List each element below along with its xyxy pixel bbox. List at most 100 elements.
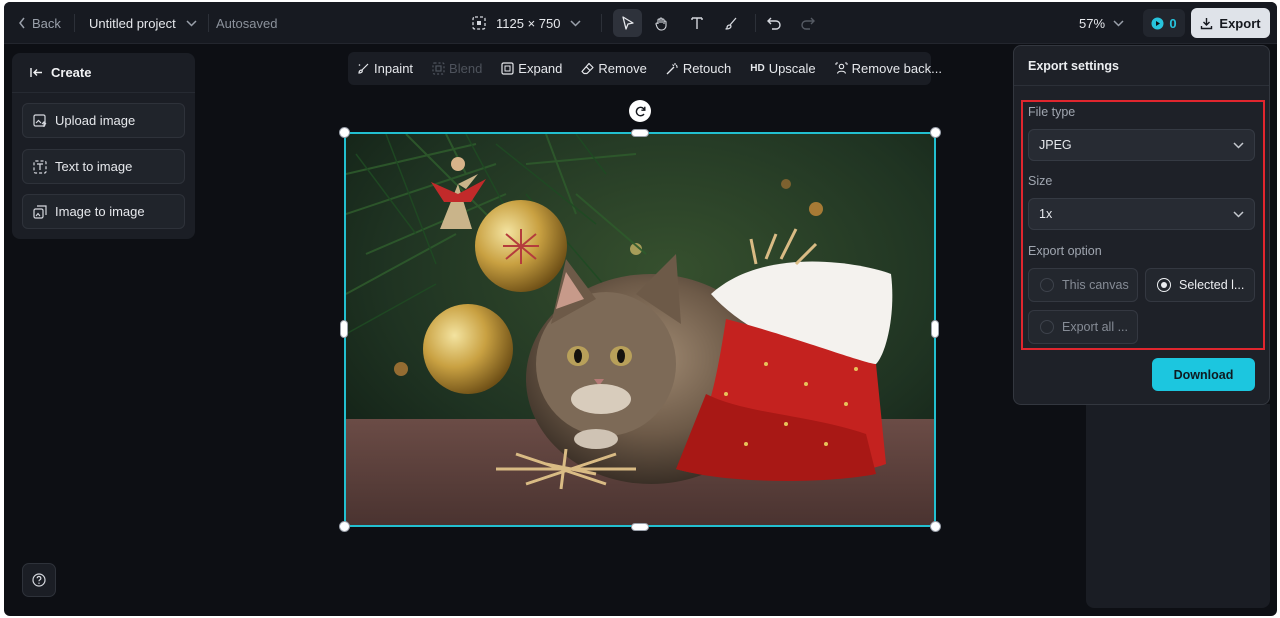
resize-handle-bottom-right[interactable]: [930, 521, 941, 532]
remove-label: Remove: [598, 61, 647, 76]
credits-count: 0: [1169, 15, 1177, 31]
image-edit-toolbar: Inpaint Blend Expand Remove Retouch HD U…: [348, 52, 942, 85]
resize-handle-top[interactable]: [631, 129, 649, 137]
back-label: Back: [32, 15, 61, 31]
remove-background-icon: [835, 62, 848, 75]
remove-background-label: Remove back...: [851, 61, 942, 76]
resize-handle-bottom-left[interactable]: [339, 521, 350, 532]
image-to-image-button[interactable]: Image to image: [22, 194, 185, 229]
rotate-handle[interactable]: [629, 100, 651, 122]
credits-button[interactable]: 0: [1143, 9, 1185, 37]
expand-button[interactable]: Expand: [501, 61, 562, 76]
brush-tool[interactable]: [716, 9, 745, 37]
file-type-value: JPEG: [1039, 138, 1072, 152]
undo-icon: [766, 16, 781, 30]
autosave-status: Autosaved: [216, 15, 278, 31]
size-value: 1x: [1039, 207, 1053, 221]
export-option-this-canvas[interactable]: This canvas: [1028, 268, 1138, 302]
file-type-label: File type: [1028, 105, 1076, 119]
option-label: This canvas: [1062, 278, 1129, 292]
upload-image-icon: [33, 113, 47, 128]
export-settings-title: Export settings: [1014, 46, 1269, 86]
text-tool[interactable]: [682, 9, 711, 37]
help-button[interactable]: [22, 563, 56, 597]
magic-wand-icon: [666, 62, 679, 75]
cursor-arrow-icon: [621, 16, 635, 30]
size-select[interactable]: 1x: [1028, 198, 1255, 230]
project-title-dropdown[interactable]: Untitled project: [89, 2, 197, 44]
chevron-down-icon: [186, 19, 197, 27]
resize-handle-top-left[interactable]: [339, 127, 350, 138]
radio-unselected: [1040, 320, 1054, 334]
editor-app: Back Untitled project Autosaved 1125 × 7…: [4, 2, 1277, 616]
pan-tool[interactable]: [647, 9, 676, 37]
create-panel: Create Upload image Text to image Image …: [12, 53, 195, 239]
zoom-dropdown[interactable]: 57%: [1079, 2, 1124, 44]
divider: [755, 14, 756, 32]
undo-button[interactable]: [759, 9, 788, 37]
canvas-size-dropdown[interactable]: 1125 × 750: [472, 2, 581, 44]
eraser-icon: [581, 62, 594, 75]
option-label: Selected l...: [1179, 278, 1245, 292]
chevron-down-icon: [1233, 210, 1244, 218]
chevron-left-icon: [18, 17, 26, 29]
remove-button[interactable]: Remove: [581, 61, 647, 76]
option-label: Export all ...: [1062, 320, 1128, 334]
inpaint-icon: [357, 62, 370, 75]
export-option-selected-layers[interactable]: Selected l...: [1145, 268, 1255, 302]
expand-label: Expand: [518, 61, 563, 76]
project-title: Untitled project: [89, 15, 176, 31]
blend-icon: [432, 62, 445, 75]
chevron-down-icon: [1113, 19, 1124, 27]
hd-icon: HD: [750, 63, 765, 74]
divider: [74, 14, 75, 32]
upload-image-button[interactable]: Upload image: [22, 103, 185, 138]
remove-background-button[interactable]: Remove back...: [835, 61, 942, 76]
export-button[interactable]: Export: [1191, 8, 1270, 38]
canvas-image[interactable]: [346, 134, 934, 525]
divider: [208, 14, 209, 32]
resize-handle-left[interactable]: [340, 320, 348, 338]
text-to-image-icon: [33, 159, 47, 174]
canvas-image-selection[interactable]: [344, 132, 936, 527]
size-label: Size: [1028, 174, 1053, 188]
chevron-down-icon: [1233, 141, 1244, 149]
inpaint-button[interactable]: Inpaint: [357, 61, 413, 76]
radio-selected: [1157, 278, 1171, 292]
divider: [601, 14, 602, 32]
help-icon: [32, 573, 46, 587]
export-settings-popover: Export settings File type JPEG Size 1x E…: [1013, 45, 1270, 405]
export-option-export-all[interactable]: Export all ...: [1028, 310, 1138, 344]
upscale-button[interactable]: HD Upscale: [750, 61, 815, 76]
back-button[interactable]: Back: [18, 2, 61, 44]
create-panel-header[interactable]: Create: [12, 53, 195, 93]
collapse-arrow-icon: [30, 67, 43, 78]
text-to-image-button[interactable]: Text to image: [22, 149, 185, 184]
right-panel: [1086, 404, 1270, 608]
image-to-image-icon: [33, 204, 47, 219]
resize-handle-right[interactable]: [931, 320, 939, 338]
redo-button[interactable]: [793, 9, 822, 37]
download-button[interactable]: Download: [1152, 358, 1255, 391]
canvas-dimensions: 1125 × 750: [496, 15, 561, 31]
blend-label: Blend: [449, 61, 483, 76]
credit-coin-icon: [1151, 17, 1164, 30]
resize-handle-bottom[interactable]: [631, 523, 649, 531]
radio-unselected: [1040, 278, 1054, 292]
export-option-label: Export option: [1028, 244, 1102, 258]
select-tool[interactable]: [613, 9, 642, 37]
blend-button[interactable]: Blend: [432, 61, 482, 76]
export-label: Export: [1219, 15, 1261, 31]
upload-image-label: Upload image: [55, 113, 136, 128]
expand-icon: [501, 62, 514, 75]
chevron-down-icon: [570, 19, 581, 27]
text-to-image-label: Text to image: [55, 159, 133, 174]
text-icon: [690, 16, 704, 30]
resize-icon: [472, 16, 486, 30]
file-type-select[interactable]: JPEG: [1028, 129, 1255, 161]
resize-handle-top-right[interactable]: [930, 127, 941, 138]
retouch-button[interactable]: Retouch: [666, 61, 731, 76]
brush-icon: [724, 16, 738, 30]
hand-icon: [654, 16, 669, 31]
rotate-icon: [634, 105, 647, 118]
